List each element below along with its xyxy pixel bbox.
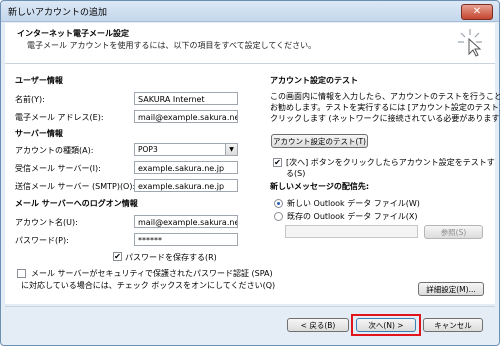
save-password-label: パスワードを保存する(R) — [125, 253, 217, 262]
email-label: 電子メール アドレス(E): — [15, 113, 104, 122]
data-file-path-input[interactable] — [285, 225, 418, 238]
delivery-heading: 新しいメッセージの配信先: — [270, 182, 370, 191]
incoming-server-label: 受信メール サーバー(I): — [15, 164, 101, 173]
name-label: 名前(Y): — [15, 95, 45, 104]
dropdown-arrow-icon[interactable]: ▼ — [225, 144, 237, 155]
email-input[interactable]: mail@example.sakura.ne.jp — [134, 110, 238, 123]
login-info-heading: メール サーバーへのログオン情報 — [15, 199, 138, 208]
spa-label-line2: に対応している場合には、チェック ボックスをオンにしてください(Q) — [21, 281, 276, 290]
auto-test-label-line1: [次へ] ボタンをクリックしたらアカウント設定をテストす — [286, 158, 495, 167]
test-description-line3: クリックします (ネットワークに接続されている必要があります)。 — [270, 114, 500, 123]
footer-bar: < 戻る(B) 次へ(N) > キャンセル — [5, 307, 495, 341]
user-info-heading: ユーザー情報 — [15, 76, 63, 85]
auto-test-checkbox[interactable]: ✔ — [273, 158, 282, 167]
header-panel: インターネット電子メール設定 電子メール アカウントを使用するには、以下の項目を… — [5, 23, 495, 64]
next-button-highlight — [351, 314, 421, 336]
cursor-sparkle-icon — [458, 29, 482, 57]
save-password-checkbox[interactable]: ✔ — [113, 252, 122, 261]
account-name-input[interactable]: mail@example.sakura.ne.jp — [134, 215, 238, 228]
browse-button[interactable]: 参照(S) — [424, 225, 483, 239]
account-type-value: POP3 — [138, 145, 158, 154]
spa-label-line1: メール サーバーがセキュリティで保護されたパスワード認証 (SPA) — [31, 269, 273, 278]
outgoing-server-input[interactable]: example.sakura.ne.jp — [134, 179, 238, 192]
header-subtitle: 電子メール アカウントを使用するには、以下の項目をすべて設定してください。 — [27, 41, 317, 50]
auto-test-label-line2: る(S) — [286, 169, 306, 178]
existing-data-file-radio[interactable] — [274, 212, 283, 221]
test-description-line1: この画面内に情報を入力したら、アカウントのテストを行うことを — [270, 92, 500, 101]
account-name-label: アカウント名(U): — [15, 218, 78, 227]
new-data-file-label: 新しい Outlook データ ファイル(W) — [287, 199, 420, 208]
password-label: パスワード(P): — [15, 236, 69, 245]
incoming-server-input[interactable]: example.sakura.ne.jp — [134, 161, 238, 174]
outgoing-server-label: 送信メール サーバー (SMTP)(O): — [15, 182, 136, 191]
new-data-file-radio[interactable] — [274, 199, 283, 208]
account-type-label: アカウントの種類(A): — [15, 146, 94, 155]
spa-checkbox[interactable] — [17, 269, 26, 278]
account-test-heading: アカウント設定のテスト — [270, 76, 358, 85]
server-info-heading: サーバー情報 — [15, 129, 63, 138]
back-button[interactable]: < 戻る(B) — [287, 318, 349, 332]
cancel-button[interactable]: キャンセル — [423, 318, 483, 332]
account-type-select[interactable]: POP3 ▼ — [134, 143, 238, 156]
password-input[interactable]: ****** — [134, 233, 238, 246]
title-bar: 新しいアカウントの追加 ✕ — [1, 1, 499, 22]
advanced-settings-button[interactable]: 詳細設定(M)... — [418, 282, 484, 296]
window-title: 新しいアカウントの追加 — [8, 8, 108, 18]
test-description-line2: お勧めします。テストを実行するには [アカウント設定のテスト] を — [270, 103, 500, 112]
existing-data-file-label: 既存の Outlook データ ファイル(X) — [287, 212, 418, 221]
content-panel: ユーザー情報 名前(Y): SAKURA Internet 電子メール アドレス… — [5, 64, 500, 304]
name-input[interactable]: SAKURA Internet — [134, 92, 238, 105]
test-account-settings-button[interactable]: アカウント設定のテスト(T) — [271, 134, 368, 148]
dialog-window: 新しいアカウントの追加 ✕ インターネット電子メール設定 電子メール アカウント… — [0, 0, 500, 346]
header-title: インターネット電子メール設定 — [17, 29, 129, 38]
close-button[interactable]: ✕ — [461, 4, 493, 20]
